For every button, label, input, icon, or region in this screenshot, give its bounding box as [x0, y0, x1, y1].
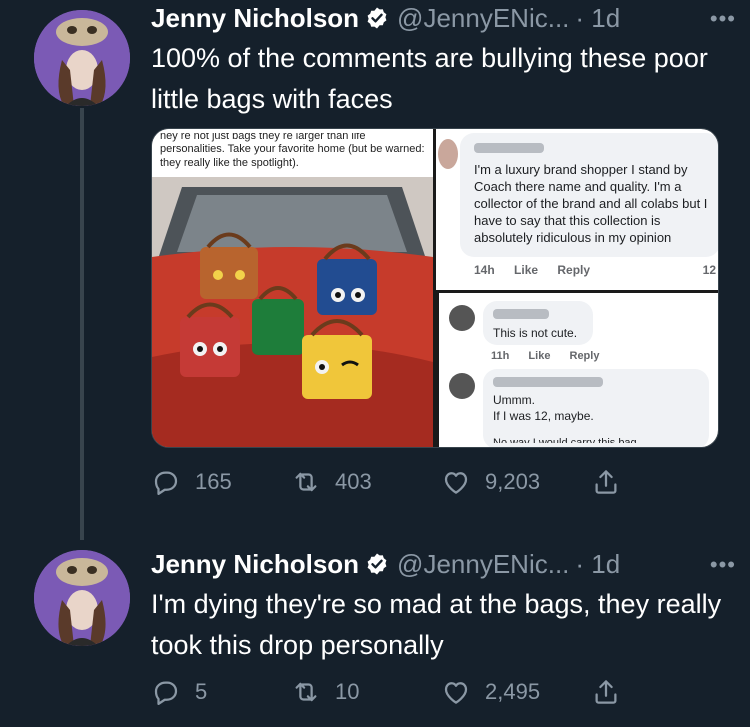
bags-on-car-photo [152, 177, 433, 447]
thread-line [80, 108, 84, 540]
display-name[interactable]: Jenny Nicholson [151, 549, 359, 580]
blurred-name [493, 377, 603, 387]
comment-reply-link[interactable]: Reply [570, 350, 600, 362]
more-options-icon[interactable]: ••• [710, 552, 736, 578]
display-name[interactable]: Jenny Nicholson [151, 3, 359, 34]
reply-count: 5 [195, 679, 208, 704]
comment-bubble: This is not cute. [483, 301, 593, 345]
blurred-name [474, 143, 544, 153]
commenter-avatar [438, 139, 458, 169]
comment-text-line: If I was 12, maybe. [493, 409, 594, 423]
reply-button[interactable]: 5 [151, 674, 207, 710]
retweet-icon [295, 682, 317, 702]
comment-like-link[interactable]: Like [514, 263, 538, 277]
tweet[interactable]: Jenny Nicholson @JennyENic... · 1d ••• 1… [0, 0, 750, 540]
comment-text: This is not cute. [493, 326, 578, 340]
avatar[interactable] [34, 550, 130, 646]
retweet-icon [295, 472, 317, 492]
comment-bubble: Ummm. If I was 12, maybe. No way I would… [483, 369, 709, 447]
tweet-actions: 165 403 9,203 [151, 464, 631, 500]
handle[interactable]: @JennyENic... [397, 3, 569, 34]
tweet-actions: 5 10 2,495 [151, 674, 631, 710]
verified-badge-icon [367, 553, 387, 575]
comment-reply-link[interactable]: Reply [557, 263, 590, 277]
comment-screenshot[interactable]: I'm a luxury brand shopper I stand by Co… [436, 129, 718, 290]
heart-icon [444, 682, 468, 704]
share-icon [595, 680, 617, 704]
media-image-left[interactable]: ney re not just bags they re larger than… [152, 129, 433, 447]
like-count: 2,495 [485, 679, 541, 704]
verified-badge-icon [367, 7, 387, 29]
handle[interactable]: @JennyENic... [397, 549, 569, 580]
caption-cut-line: ney re not just bags they re larger than… [160, 133, 366, 142]
image-caption: ney re not just bags they re larger than… [152, 129, 433, 177]
tweet-media[interactable]: ney re not just bags they re larger than… [151, 128, 719, 448]
reply-icon [154, 681, 178, 705]
comment-text: I'm a luxury brand shopper I stand by Co… [474, 162, 708, 245]
like-button[interactable]: 9,203 [441, 464, 540, 500]
tweet-text: 100% of the comments are bullying these … [151, 43, 708, 114]
retweet-button[interactable]: 403 [291, 464, 372, 500]
comment-time: 11h [491, 350, 510, 362]
like-count: 9,203 [485, 469, 541, 494]
comment-text-line-cut: No way I would carry this bag [493, 437, 637, 443]
tweet[interactable]: Jenny Nicholson @JennyENic... · 1d ••• I… [0, 540, 750, 727]
avatar-photo [34, 550, 130, 646]
commenter-avatar [449, 305, 475, 331]
caption-text: personalities. Take your favorite home (… [160, 143, 425, 169]
tweet-header: Jenny Nicholson @JennyENic... · 1d [151, 547, 620, 581]
avatar[interactable] [34, 10, 130, 106]
retweet-button[interactable]: 10 [291, 674, 359, 710]
share-button[interactable] [591, 674, 621, 710]
avatar-photo [34, 10, 130, 106]
comment-screenshot-2[interactable]: This is not cute. 11h Like Reply Ummm. I… [439, 293, 718, 447]
like-button[interactable]: 2,495 [441, 674, 540, 710]
reply-button[interactable]: 165 [151, 464, 232, 500]
blurred-name [493, 309, 549, 319]
commenter-avatar [449, 373, 475, 399]
retweet-count: 10 [335, 679, 360, 704]
heart-icon [444, 472, 468, 494]
timestamp[interactable]: · 1d [575, 3, 620, 34]
comment-time: 14h [474, 263, 495, 277]
comment-meta: 11h Like Reply [491, 350, 615, 362]
comment-reaction-count: 12 [702, 263, 716, 277]
share-icon [595, 470, 617, 494]
tweet-header: Jenny Nicholson @JennyENic... · 1d [151, 1, 620, 35]
comment-meta: 14h Like Reply [474, 263, 606, 277]
retweet-count: 403 [335, 469, 372, 494]
more-options-icon[interactable]: ••• [710, 6, 736, 32]
timestamp[interactable]: · 1d [575, 549, 620, 580]
reply-count: 165 [195, 469, 232, 494]
reply-icon [154, 471, 178, 495]
comment-bubble: I'm a luxury brand shopper I stand by Co… [460, 133, 718, 257]
share-button[interactable] [591, 464, 621, 500]
comment-text-line: Ummm. [493, 393, 535, 407]
tweet-text: I'm dying they're so mad at the bags, th… [151, 589, 722, 660]
comment-like-link[interactable]: Like [528, 350, 550, 362]
